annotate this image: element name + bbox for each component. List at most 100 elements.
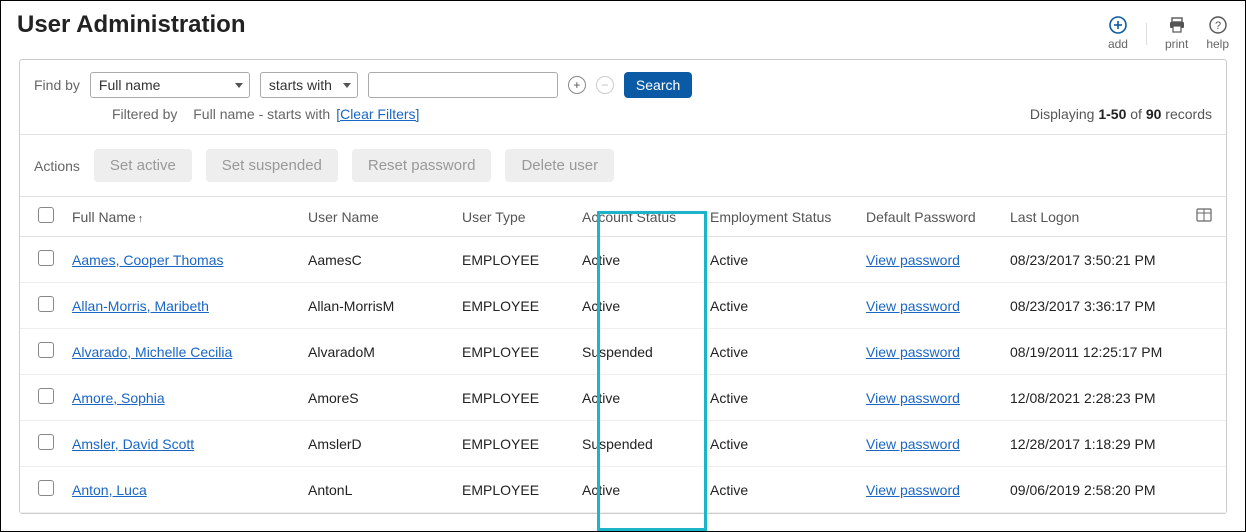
account-status-cell: Active <box>574 375 702 421</box>
table-row: Aames, Cooper ThomasAamesCEMPLOYEEActive… <box>20 237 1226 283</box>
full-name-link[interactable]: Alvarado, Michelle Cecilia <box>72 344 232 360</box>
find-by-label: Find by <box>34 77 80 93</box>
table-row: Amsler, David Scott AmslerDEMPLOYEESuspen… <box>20 421 1226 467</box>
user-type-cell: EMPLOYEE <box>454 421 574 467</box>
filter-status-row: Filtered by Full name - starts with [Cle… <box>20 102 1226 134</box>
full-name-link[interactable]: Allan-Morris, Maribeth <box>72 298 209 314</box>
displaying-of: of <box>1126 106 1145 122</box>
main-panel: Find by Full name starts with + − Search… <box>19 59 1227 514</box>
delete-user-button[interactable]: Delete user <box>505 149 614 182</box>
actions-label: Actions <box>34 158 80 174</box>
last-logon-cell: 08/19/2011 12:25:17 PM <box>1002 329 1188 375</box>
row-checkbox[interactable] <box>38 296 54 312</box>
employment-status-cell: Active <box>702 283 858 329</box>
user-type-cell: EMPLOYEE <box>454 467 574 513</box>
row-checkbox[interactable] <box>38 480 54 496</box>
account-status-cell: Suspended <box>574 421 702 467</box>
filtered-by-text: Full name - starts with <box>193 106 330 122</box>
user-name-cell: AamesC <box>300 237 454 283</box>
actions-bar: Actions Set active Set suspended Reset p… <box>20 134 1226 196</box>
field-select[interactable]: Full name <box>90 72 250 98</box>
add-button[interactable]: add <box>1108 15 1128 51</box>
chevron-down-icon <box>235 83 243 88</box>
row-checkbox[interactable] <box>38 388 54 404</box>
row-checkbox[interactable] <box>38 434 54 450</box>
filter-value-input[interactable] <box>368 72 558 98</box>
col-user-type[interactable]: User Type <box>454 197 574 237</box>
help-button[interactable]: ? help <box>1206 15 1229 51</box>
search-button[interactable]: Search <box>624 72 692 98</box>
column-settings-icon[interactable] <box>1196 207 1212 226</box>
user-name-cell: AlvaradoM <box>300 329 454 375</box>
field-select-value: Full name <box>99 77 160 93</box>
col-employment-status[interactable]: Employment Status <box>702 197 858 237</box>
user-type-cell: EMPLOYEE <box>454 329 574 375</box>
view-password-link[interactable]: View password <box>866 344 960 360</box>
remove-filter-button[interactable]: − <box>596 76 614 94</box>
view-password-link[interactable]: View password <box>866 436 960 452</box>
plus-circle-icon <box>1108 15 1128 35</box>
header-actions: add print ? help <box>1108 11 1229 51</box>
users-table: Full Name↑ User Name User Type Account S… <box>20 196 1226 513</box>
select-all-checkbox[interactable] <box>38 207 54 223</box>
displaying-suffix: records <box>1161 106 1212 122</box>
print-icon <box>1167 15 1187 35</box>
full-name-link[interactable]: Amore, Sophia <box>72 390 165 406</box>
full-name-link[interactable]: Amsler, David Scott <box>72 436 194 452</box>
reset-password-button[interactable]: Reset password <box>352 149 492 182</box>
full-name-link[interactable]: Anton, Luca <box>72 482 147 498</box>
displaying-prefix: Displaying <box>1030 106 1098 122</box>
last-logon-cell: 12/08/2021 2:28:23 PM <box>1002 375 1188 421</box>
view-password-link[interactable]: View password <box>866 298 960 314</box>
col-full-name[interactable]: Full Name↑ <box>68 197 300 237</box>
account-status-cell: Active <box>574 237 702 283</box>
add-label: add <box>1108 37 1128 51</box>
employment-status-cell: Active <box>702 467 858 513</box>
col-account-status[interactable]: Account Status <box>574 197 702 237</box>
view-password-link[interactable]: View password <box>866 252 960 268</box>
add-filter-button[interactable]: + <box>568 76 586 94</box>
pagination-info: Displaying 1-50 of 90 records <box>1030 106 1212 122</box>
divider <box>1146 23 1147 45</box>
svg-text:?: ? <box>1215 20 1221 32</box>
table-row: Allan-Morris, Maribeth Allan-MorrisMEMPLO… <box>20 283 1226 329</box>
row-checkbox[interactable] <box>38 250 54 266</box>
row-checkbox[interactable] <box>38 342 54 358</box>
employment-status-cell: Active <box>702 421 858 467</box>
print-button[interactable]: print <box>1165 15 1188 51</box>
user-name-cell: Allan-MorrisM <box>300 283 454 329</box>
set-suspended-button[interactable]: Set suspended <box>206 149 338 182</box>
col-default-password[interactable]: Default Password <box>858 197 1002 237</box>
view-password-link[interactable]: View password <box>866 482 960 498</box>
clear-filters-link[interactable]: [Clear Filters] <box>336 106 419 122</box>
account-status-cell: Active <box>574 467 702 513</box>
last-logon-cell: 08/23/2017 3:36:17 PM <box>1002 283 1188 329</box>
user-name-cell: AmslerD <box>300 421 454 467</box>
table-header-row: Full Name↑ User Name User Type Account S… <box>20 197 1226 237</box>
table-row: Amore, SophiaAmoreSEMPLOYEEActiveActiveV… <box>20 375 1226 421</box>
filter-row: Find by Full name starts with + − Search <box>20 60 1226 102</box>
displaying-total: 90 <box>1146 106 1162 122</box>
full-name-link[interactable]: Aames, Cooper Thomas <box>72 252 223 268</box>
account-status-cell: Active <box>574 283 702 329</box>
page-title: User Administration <box>17 11 245 39</box>
sort-asc-icon: ↑ <box>138 213 144 225</box>
last-logon-cell: 08/23/2017 3:50:21 PM <box>1002 237 1188 283</box>
user-name-cell: AmoreS <box>300 375 454 421</box>
col-user-name[interactable]: User Name <box>300 197 454 237</box>
condition-select[interactable]: starts with <box>260 72 358 98</box>
chevron-down-icon <box>343 83 351 88</box>
last-logon-cell: 12/28/2017 1:18:29 PM <box>1002 421 1188 467</box>
col-full-name-label: Full Name <box>72 209 136 225</box>
help-icon: ? <box>1208 15 1228 35</box>
last-logon-cell: 09/06/2019 2:58:20 PM <box>1002 467 1188 513</box>
print-label: print <box>1165 37 1188 51</box>
view-password-link[interactable]: View password <box>866 390 960 406</box>
col-last-logon[interactable]: Last Logon <box>1002 197 1188 237</box>
user-type-cell: EMPLOYEE <box>454 375 574 421</box>
user-type-cell: EMPLOYEE <box>454 283 574 329</box>
user-name-cell: AntonL <box>300 467 454 513</box>
set-active-button[interactable]: Set active <box>94 149 192 182</box>
filtered-by-label: Filtered by <box>112 106 177 122</box>
condition-select-value: starts with <box>269 77 332 93</box>
